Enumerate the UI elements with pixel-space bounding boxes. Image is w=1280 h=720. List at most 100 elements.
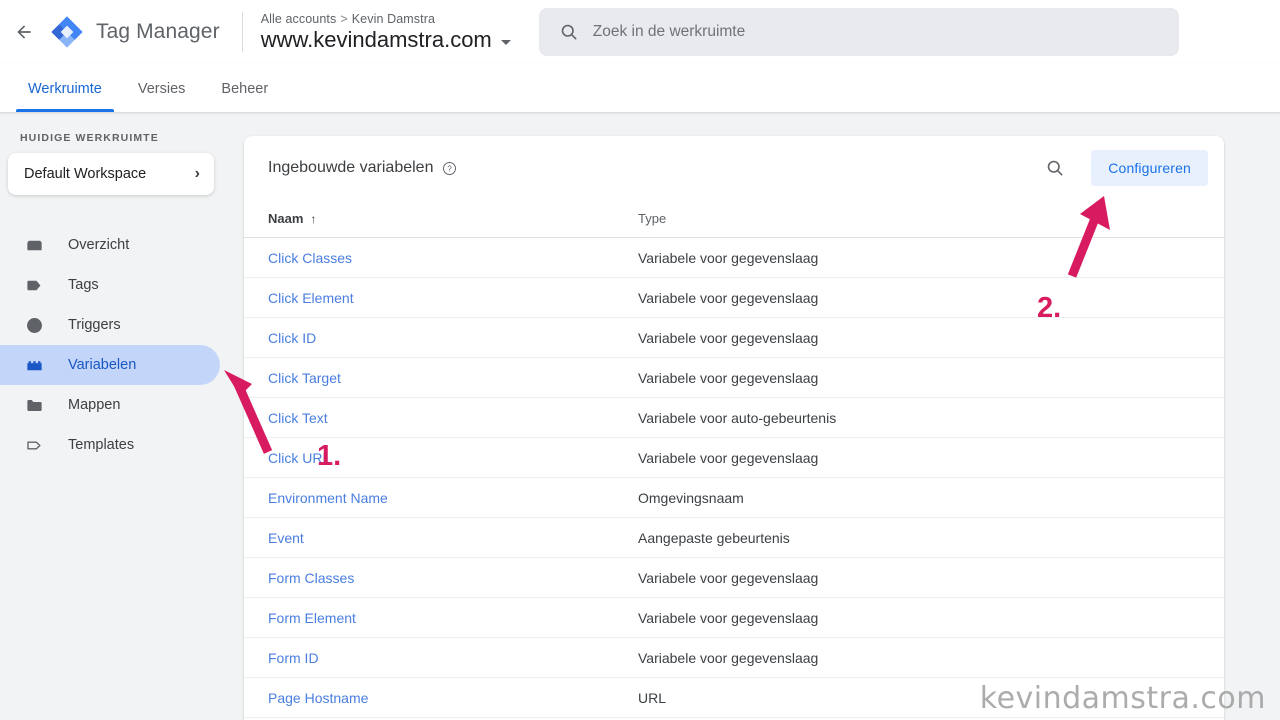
table-row[interactable]: Event Aangepaste gebeurtenis [244,518,1224,558]
variable-type-cell: URL [638,689,667,706]
tab-beheer[interactable]: Beheer [209,65,280,112]
workspace-search[interactable] [538,8,1179,56]
table-row[interactable]: Click Classes Variabele voor gegevenslaag [244,238,1224,278]
sidebar-item-label: Triggers [68,317,121,333]
sidebar-item-mappen[interactable]: Mappen [0,385,220,425]
workspace-name: Default Workspace [24,166,147,182]
sidebar-item-overzicht[interactable]: Overzicht [0,225,220,265]
table-row[interactable]: Form ID Variabele voor gegevenslaag [244,638,1224,678]
card-header: Ingebouwde variabelen ? Configureren [244,136,1224,200]
sidebar-item-tags[interactable]: Tags [0,265,220,305]
search-input[interactable] [592,12,1133,52]
variable-name-link[interactable]: Event [268,530,638,546]
tab-label: Versies [137,80,186,97]
breadcrumb-user[interactable]: Kevin Damstra [352,12,435,26]
sort-ascending-icon: ↑ [310,211,317,226]
variable-name-link[interactable]: Click ID [268,330,638,346]
search-icon [561,24,577,40]
tab-versies[interactable]: Versies [126,65,198,112]
table-row[interactable]: Click Element Variabele voor gegevenslaag [244,278,1224,318]
top-bar: Tag Manager Alle accounts > Kevin Damstra … [0,0,1280,64]
column-header-name[interactable]: Naam ↑ [268,211,638,226]
back-button[interactable] [0,0,48,64]
sidebar-item-label: Templates [68,437,135,453]
svg-text:?: ? [448,164,453,173]
template-icon [24,435,44,455]
sidebar-item-label: Overzicht [68,237,130,253]
variable-name-link[interactable]: Click Text [268,410,638,426]
table-row[interactable]: Page Hostname URL [244,678,1224,718]
tab-werkruimte[interactable]: Werkruimte [16,65,114,112]
header-divider [241,12,243,52]
column-header-type[interactable]: Type [638,211,666,226]
table-row[interactable]: Form Classes Variabele voor gegevenslaag [244,558,1224,598]
variable-icon [24,355,44,375]
variable-name-link[interactable]: Environment Name [268,490,638,506]
variable-type-cell: Variabele voor gegevenslaag [638,369,819,386]
variable-name-link[interactable]: Form Element [268,610,638,626]
breadcrumb-accounts[interactable]: Alle accounts [261,12,337,26]
search-icon[interactable] [1045,158,1065,178]
annotation-step-2: 2. [1037,292,1062,324]
variable-type-cell: Variabele voor gegevenslaag [638,609,819,626]
overview-icon [24,235,44,255]
variable-type-cell: Variabele voor gegevenslaag [638,449,819,466]
variable-type-cell: Omgevingsnaam [638,489,744,506]
sidebar-item-label: Mappen [68,397,121,413]
chevron-right-icon: › [194,165,200,182]
app-root: Tag Manager Alle accounts > Kevin Damstra … [0,0,1280,720]
sidebar-item-label: Variabelen [68,357,137,373]
variable-name-link[interactable]: Click Classes [268,250,638,266]
container-row[interactable]: www.kevindamstra.com [261,27,511,53]
table-row[interactable]: Click ID Variabele voor gegevenslaag [244,318,1224,358]
help-circle-icon[interactable]: ? [442,161,457,176]
table-row[interactable]: Click Text Variabele voor auto-gebeurteni… [244,398,1224,438]
breadcrumb: Alle accounts > Kevin Damstra [261,12,511,26]
folder-icon [24,395,44,415]
arrow-left-icon [17,25,31,39]
sidebar-section-label: HUIDIGE WERKRUIMTE [20,132,159,144]
table-body: Click Classes Variabele voor gegevenslaag… [244,238,1224,718]
variable-type-cell: Variabele voor gegevenslaag [638,289,819,306]
account-block: Alle accounts > Kevin Damstra www.kevindam… [261,12,511,53]
table-row[interactable]: Click Target Variabele voor gegevenslaag [244,358,1224,398]
body-area: HUIDIGE WERKRUIMTE Default Workspace › O… [0,112,1280,720]
annotation-step-1: 1. [317,440,342,472]
tab-bar: Werkruimte Versies Beheer [0,64,1280,112]
table-row[interactable]: Form Element Variabele voor gegevenslaag [244,598,1224,638]
variable-type-cell: Aangepaste gebeurtenis [638,529,790,546]
variable-type-cell: Variabele voor auto-gebeurtenis [638,409,837,426]
caret-down-icon[interactable] [500,39,511,45]
breadcrumb-separator: > [340,11,348,26]
sidebar-item-variabelen[interactable]: Variabelen [0,345,220,385]
sidebar: HUIDIGE WERKRUIMTE Default Workspace › O… [0,112,228,720]
workspace-selector[interactable]: Default Workspace › [8,153,214,195]
product-name: Tag Manager [96,20,220,43]
page-title: Ingebouwde variabelen [268,159,434,176]
variable-name-link[interactable]: Form ID [268,650,638,666]
variable-type-cell: Variabele voor gegevenslaag [638,569,819,586]
tab-label: Werkruimte [28,80,102,97]
variable-type-cell: Variabele voor gegevenslaag [638,329,819,346]
variable-name-link[interactable]: Form Classes [268,570,638,586]
variable-type-cell: Variabele voor gegevenslaag [638,249,819,266]
column-header-name-label: Naam [268,211,304,226]
variable-name-link[interactable]: Click Target [268,370,638,386]
tag-manager-logo [51,16,83,48]
variable-type-cell: Variabele voor gegevenslaag [638,649,819,666]
table-row[interactable]: Environment Name Omgevingsnaam [244,478,1224,518]
tab-label: Beheer [221,80,269,97]
table-header-row: Naam ↑ Type [244,200,1224,238]
variable-name-link[interactable]: Click Element [268,290,638,306]
configure-button[interactable]: Configureren [1091,150,1208,186]
trigger-icon [24,315,44,335]
sidebar-item-label: Tags [68,277,99,293]
variable-name-link[interactable]: Page Hostname [268,690,638,706]
tag-icon [24,275,44,295]
sidebar-item-triggers[interactable]: Triggers [0,305,220,345]
sidebar-nav: Overzicht Tags Triggers Variabelen Mappe… [0,225,228,465]
container-name: www.kevindamstra.com [260,26,492,52]
sidebar-item-templates[interactable]: Templates [0,425,220,465]
table-row[interactable]: Click URL Variabele voor gegevenslaag [244,438,1224,478]
builtin-variables-card: Ingebouwde variabelen ? Configureren Naa… [244,136,1224,720]
